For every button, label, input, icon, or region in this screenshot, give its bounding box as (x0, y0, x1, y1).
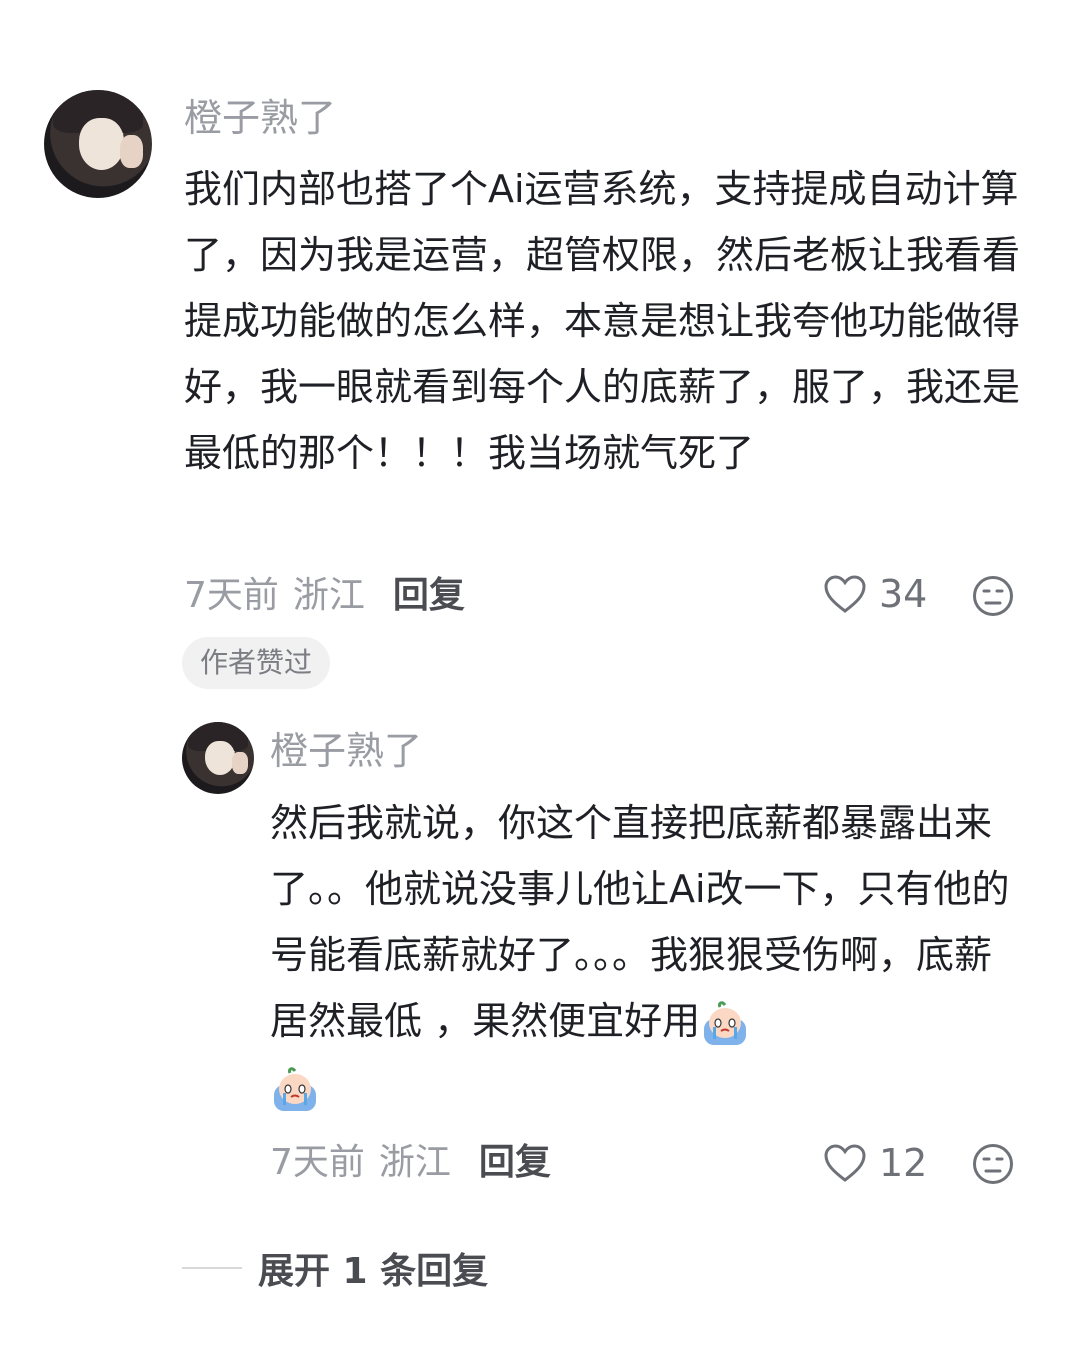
author-liked-badge: 作者赞过 (182, 637, 331, 689)
reply-location: 浙江 (378, 1142, 451, 1183)
heart-outline-icon (824, 1144, 866, 1182)
reply-text: 然后我就说，你这个直接把底薪都暴露出来了。。他就说没事儿他让Ai改一下，只有他的… (270, 801, 1010, 1043)
reply-like-count: 12 (879, 1141, 928, 1185)
commenter-username[interactable]: 橙子熟了 (184, 99, 336, 137)
comment-like-count: 34 (879, 572, 928, 616)
reply-meta: 7天前 浙江 回复 (270, 1145, 551, 1181)
reply-username[interactable]: 橙子熟了 (270, 732, 422, 770)
avatar-hand (232, 752, 249, 774)
crying-face-emoji (274, 1066, 316, 1111)
expand-divider-line (182, 1267, 242, 1269)
comment-like-button[interactable]: 34 (823, 574, 927, 614)
reply-reply-button[interactable]: 回复 (479, 1145, 551, 1181)
crying-face-emoji (704, 1000, 747, 1045)
reply-text-block: 然后我就说，你这个直接把底薪都暴露出来了。。他就说没事儿他让Ai改一下，只有他的… (270, 790, 1026, 1120)
heart-outline-icon (824, 575, 866, 613)
avatar-face (78, 118, 124, 170)
reply-like-button[interactable]: 12 (823, 1143, 927, 1183)
comment-location: 浙江 (292, 575, 365, 616)
avatar-face (205, 740, 236, 776)
avatar-hand (119, 135, 144, 168)
comment-reply-button[interactable]: 回复 (393, 578, 465, 614)
reply-time: 7天前 (270, 1142, 365, 1183)
comment-time: 7天前 (184, 575, 279, 616)
meh-face-icon[interactable] (972, 1143, 1014, 1185)
commenter-avatar[interactable] (44, 90, 152, 198)
comment-text: 我们内部也搭了个Ai运营系统，支持提成自动计算了，因为我是运营，超管权限，然后老… (184, 167, 1021, 475)
comment-meta: 7天前 浙江 回复 (184, 578, 465, 614)
expand-replies-label: 展开 1 条回复 (258, 1251, 489, 1292)
expand-replies-button[interactable]: 展开 1 条回复 (182, 1242, 488, 1294)
meh-face-icon[interactable] (972, 575, 1014, 617)
reply-avatar[interactable] (182, 722, 254, 794)
